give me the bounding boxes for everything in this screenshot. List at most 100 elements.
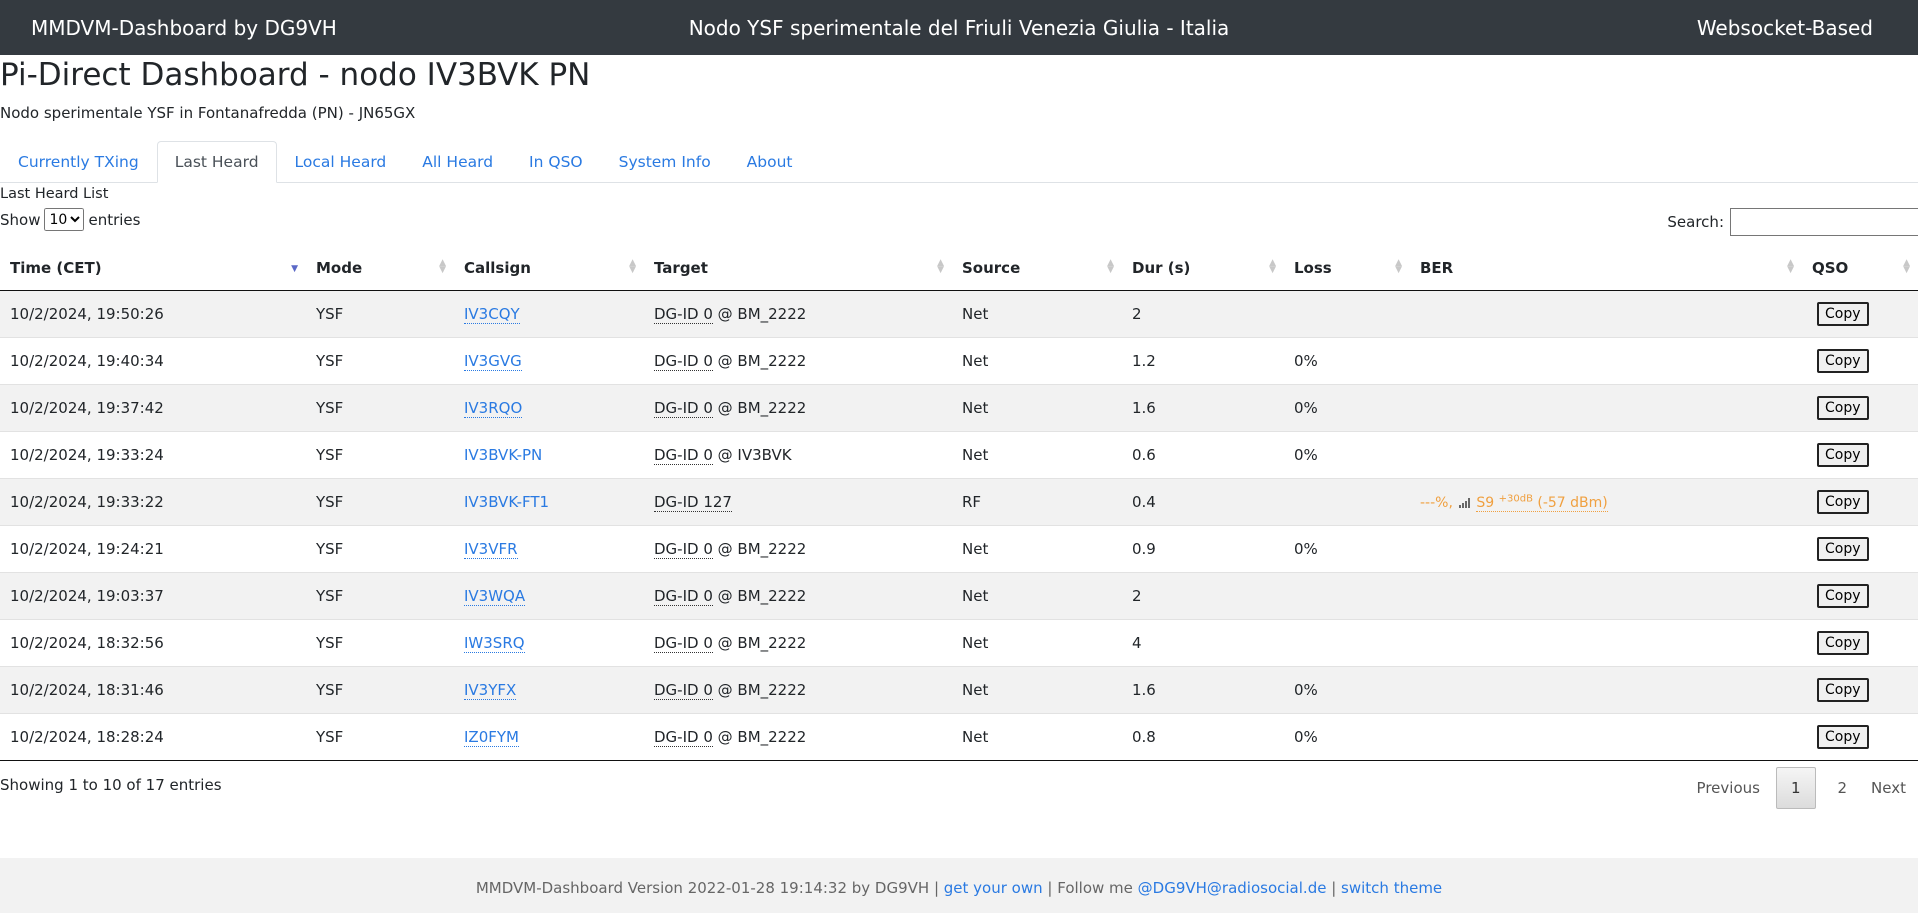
time-cell: 10/2/2024, 19:24:21 (0, 524, 306, 572)
dgid-value: DG-ID 0 (654, 304, 713, 324)
mode-value: YSF (316, 586, 344, 605)
sort-arrows-icon[interactable]: ▲ ▼ (439, 259, 446, 275)
callsign-link[interactable]: IZ0FYM (464, 727, 519, 747)
signal-bars-icon (1459, 497, 1471, 508)
tab-in-qso[interactable]: In QSO (511, 141, 601, 183)
callsign-cell: IV3WQA (454, 571, 644, 619)
column-header-dur-s[interactable]: Dur (s) ▲ ▼ (1122, 246, 1284, 291)
qso-cell: Copy (1802, 477, 1918, 525)
tab-currently-txing[interactable]: Currently TXing (0, 141, 157, 183)
qso-cell: Copy (1802, 336, 1918, 384)
search-label: Search: (1667, 213, 1724, 231)
duration-value: 2 (1132, 304, 1142, 323)
copy-button[interactable]: Copy (1817, 536, 1869, 561)
dgid-value: DG-ID 127 (654, 492, 732, 512)
copy-button[interactable]: Copy (1817, 724, 1869, 749)
switch-theme-link[interactable]: switch theme (1341, 879, 1442, 897)
time-value: 10/2/2024, 18:28:24 (10, 727, 164, 746)
callsign-link[interactable]: IV3RQO (464, 398, 523, 418)
loss-cell: 0% (1284, 430, 1410, 478)
duration-cell: 2 (1122, 571, 1284, 619)
callsign-link[interactable]: IV3YFX (464, 680, 517, 700)
duration-cell: 1.6 (1122, 383, 1284, 431)
callsign-link[interactable]: IV3CQY (464, 304, 520, 324)
loss-cell: 0% (1284, 665, 1410, 713)
callsign-link[interactable]: IV3VFR (464, 539, 518, 559)
copy-button[interactable]: Copy (1817, 677, 1869, 702)
target-cell: DG-ID 0 @ IV3BVK (644, 430, 952, 478)
websocket-label: Websocket-Based (1696, 15, 1873, 40)
callsign-cell: IV3YFX (454, 665, 644, 713)
page-button-1[interactable]: 1 (1775, 767, 1816, 809)
source-cell: Net (952, 571, 1122, 619)
column-header-mode[interactable]: Mode ▲ ▼ (306, 246, 454, 291)
tab-about[interactable]: About (729, 141, 811, 183)
duration-value: 0.6 (1132, 445, 1156, 464)
copy-button[interactable]: Copy (1817, 630, 1869, 655)
copy-button[interactable]: Copy (1817, 395, 1869, 420)
sort-arrows-icon[interactable]: ▲ ▼ (937, 259, 944, 275)
copy-button[interactable]: Copy (1817, 442, 1869, 467)
next-page-button[interactable]: Next (1859, 768, 1918, 808)
sort-arrows-icon[interactable]: ▲ ▼ (1269, 259, 1276, 275)
callsign-link[interactable]: IW3SRQ (464, 633, 525, 653)
page-button-2[interactable]: 2 (1826, 768, 1860, 808)
column-header-label: Loss (1294, 258, 1332, 277)
column-header-label: Callsign (464, 258, 531, 277)
loss-cell: 0% (1284, 336, 1410, 384)
sort-arrows-icon[interactable]: ▲ ▼ (1395, 259, 1402, 275)
search-control: Search: (1667, 208, 1918, 236)
entries-per-page-select[interactable]: 10 (44, 208, 85, 231)
callsign-link[interactable]: IV3BVK-FT1 (464, 493, 549, 511)
follow-link[interactable]: @DG9VH@radiosocial.de (1138, 879, 1327, 897)
source-cell: Net (952, 618, 1122, 666)
table-header-row: Time (CET) ▼ Mode ▲ ▼ Callsign ▲ ▼ Target ▲ ▼ Sourc… (0, 246, 1918, 291)
copy-button[interactable]: Copy (1817, 348, 1869, 373)
qso-cell: Copy (1802, 665, 1918, 713)
copy-button[interactable]: Copy (1817, 583, 1869, 608)
sort-arrows-icon[interactable]: ▼ (291, 265, 298, 274)
source-cell: Net (952, 336, 1122, 384)
time-cell: 10/2/2024, 18:31:46 (0, 665, 306, 713)
time-cell: 10/2/2024, 19:33:24 (0, 430, 306, 478)
tab-system-info[interactable]: System Info (601, 141, 729, 183)
column-header-qso[interactable]: QSO ▲ ▼ (1802, 246, 1918, 291)
column-header-loss[interactable]: Loss ▲ ▼ (1284, 246, 1410, 291)
copy-button[interactable]: Copy (1817, 489, 1869, 514)
search-input[interactable] (1730, 208, 1918, 236)
mode-value: YSF (316, 445, 344, 464)
ber-cell: ---%, S9 +30dB (-57 dBm) (1410, 477, 1802, 525)
app-title[interactable]: MMDVM-Dashboard by DG9VH (31, 16, 337, 40)
tab-local-heard[interactable]: Local Heard (277, 141, 405, 183)
column-header-target[interactable]: Target ▲ ▼ (644, 246, 952, 291)
mode-cell: YSF (306, 336, 454, 384)
time-value: 10/2/2024, 19:33:22 (10, 492, 164, 511)
get-your-own-link[interactable]: get your own (944, 879, 1043, 897)
column-header-time-cet[interactable]: Time (CET) ▼ (0, 246, 306, 291)
source-cell: Net (952, 524, 1122, 572)
column-header-callsign[interactable]: Callsign ▲ ▼ (454, 246, 644, 291)
tab-last-heard[interactable]: Last Heard (156, 141, 277, 183)
callsign-cell: IV3VFR (454, 524, 644, 572)
sort-arrows-icon[interactable]: ▲ ▼ (1107, 259, 1114, 275)
mode-cell: YSF (306, 618, 454, 666)
callsign-link[interactable]: IV3GVG (464, 351, 522, 371)
previous-page-button[interactable]: Previous (1685, 768, 1772, 808)
mode-value: YSF (316, 304, 344, 323)
callsign-link[interactable]: IV3WQA (464, 586, 526, 606)
sort-arrows-icon[interactable]: ▲ ▼ (1787, 259, 1794, 275)
footer: MMDVM-Dashboard Version 2022-01-28 19:14… (0, 858, 1918, 913)
tab-all-heard[interactable]: All Heard (404, 141, 511, 183)
time-value: 10/2/2024, 18:32:56 (10, 633, 164, 652)
mode-value: YSF (316, 492, 344, 511)
sort-arrows-icon[interactable]: ▲ ▼ (629, 259, 636, 275)
column-header-ber[interactable]: BER ▲ ▼ (1410, 246, 1802, 291)
tab-bar: Currently TXing Last Heard Local Heard All … (0, 141, 1918, 183)
copy-button[interactable]: Copy (1817, 301, 1869, 326)
column-header-source[interactable]: Source ▲ ▼ (952, 246, 1122, 291)
sort-arrows-icon[interactable]: ▲ ▼ (1903, 259, 1910, 275)
mode-value: YSF (316, 351, 344, 370)
callsign-link[interactable]: IV3BVK-PN (464, 446, 542, 464)
duration-value: 4 (1132, 633, 1142, 652)
mode-cell: YSF (306, 383, 454, 431)
